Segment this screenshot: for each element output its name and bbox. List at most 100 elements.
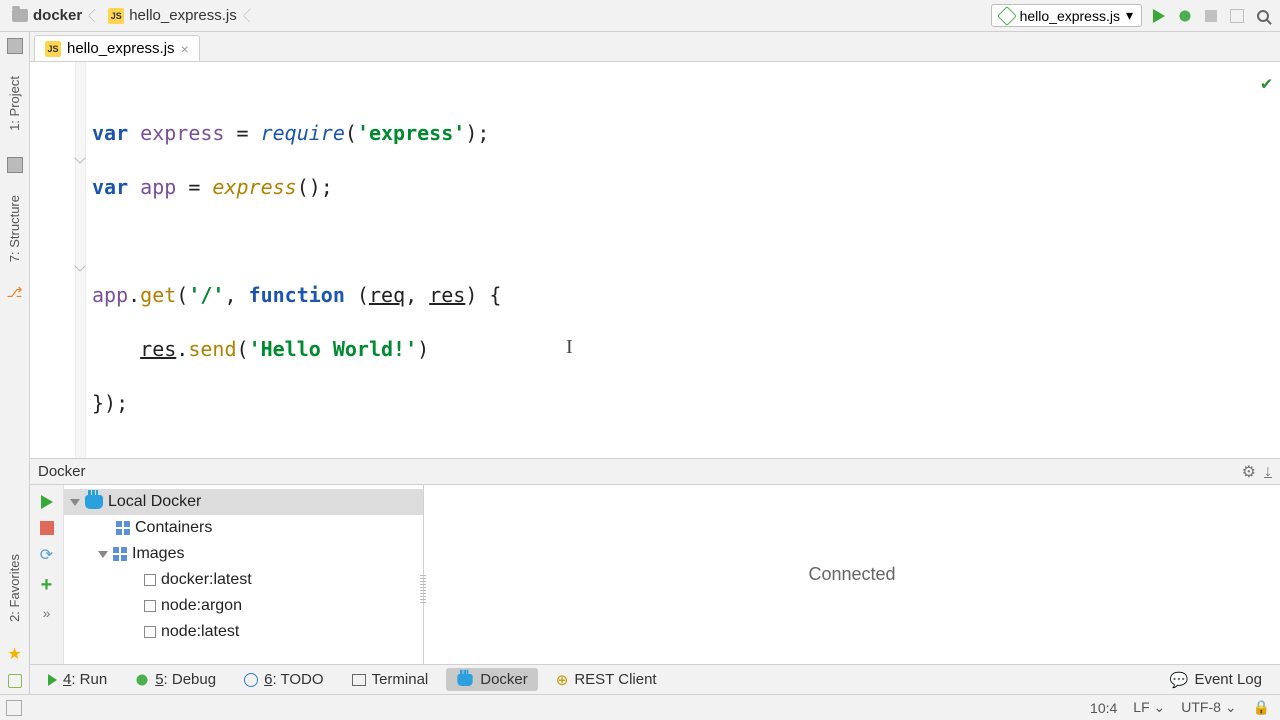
star-icon: ★: [7, 644, 21, 664]
status-bar: 10:4 LF ⌄ UTF-8 ⌄ 🔒: [0, 694, 1280, 720]
encoding[interactable]: UTF-8 ⌄: [1181, 699, 1236, 716]
code-line: var express = require('express');: [92, 120, 1280, 147]
image-label: node:argon: [161, 597, 242, 615]
debug-button[interactable]: [1176, 7, 1194, 25]
docker-tree[interactable]: Local Docker Containers Images docker:la…: [64, 485, 424, 664]
docker-panel-header[interactable]: Docker ⚙ ↓: [30, 459, 1280, 485]
docker-tool-window: Docker ⚙ ↓ ⟳ + » Local Docker Containers: [30, 458, 1280, 664]
play-icon: [41, 495, 53, 509]
editor-tab-row: JS hello_express.js ×: [0, 32, 1280, 62]
run-config-label: hello_express.js: [1020, 8, 1120, 24]
breadcrumb-project-label: docker: [33, 7, 82, 24]
image-checkbox[interactable]: [144, 600, 156, 612]
breadcrumbs: docker JS hello_express.js: [0, 7, 991, 24]
breadcrumb-file[interactable]: JS hello_express.js: [102, 7, 247, 24]
todo-icon: [244, 673, 258, 687]
status-indicator[interactable]: [6, 700, 22, 716]
text-cursor-icon: I: [566, 334, 573, 361]
image-checkbox[interactable]: [144, 626, 156, 638]
image-label: node:latest: [161, 623, 239, 641]
editor[interactable]: ✔ var express = require('express'); var …: [30, 62, 1280, 458]
build-icon[interactable]: [8, 674, 22, 688]
image-checkbox[interactable]: [144, 574, 156, 586]
images-label: Images: [132, 545, 184, 563]
editor-tab-label: hello_express.js: [67, 40, 175, 57]
docker-side-toolbar: ⟳ + »: [30, 485, 64, 664]
docker-icon: [85, 495, 103, 509]
terminal-icon: [352, 674, 366, 686]
image-label: docker:latest: [161, 571, 252, 589]
code-line: [92, 228, 1280, 255]
line-separator[interactable]: LF ⌄: [1133, 699, 1165, 716]
breadcrumb-file-label: hello_express.js: [129, 7, 237, 24]
image-row[interactable]: docker:latest: [64, 567, 423, 593]
bug-icon: [1178, 9, 1192, 23]
docker-panel-title: Docker: [38, 463, 86, 480]
docker-status-text: Connected: [808, 564, 895, 585]
image-row[interactable]: node:argon: [64, 593, 423, 619]
favorites-tool-label[interactable]: 2: Favorites: [7, 554, 22, 622]
code-line: res.send('Hello World!'): [92, 336, 1280, 363]
image-row[interactable]: node:latest: [64, 619, 423, 645]
node-icon: [997, 6, 1017, 26]
expand-icon[interactable]: [98, 551, 108, 558]
close-icon[interactable]: ×: [181, 41, 189, 57]
top-toolbar: docker JS hello_express.js hello_express…: [0, 0, 1280, 32]
docker-run-button[interactable]: [38, 493, 56, 511]
caret-position[interactable]: 10:4: [1090, 700, 1117, 716]
tab-event-log[interactable]: 💬 Event Log: [1160, 668, 1272, 692]
tab-todo[interactable]: 6: TODO: [234, 668, 333, 691]
code-line: var app = express();: [92, 174, 1280, 201]
folder-icon: [12, 9, 28, 22]
lock-icon[interactable]: 🔒: [1253, 699, 1270, 716]
play-icon: [48, 674, 57, 686]
download-icon[interactable]: ↓: [1264, 463, 1272, 481]
bottom-tool-tabs: 4: Run 5: Debug 6: TODO Terminal Docker …: [30, 664, 1280, 694]
stop-button[interactable]: [1202, 7, 1220, 25]
expand-icon[interactable]: [70, 499, 80, 506]
docker-refresh-button[interactable]: ⟳: [40, 545, 53, 565]
search-button[interactable]: [1254, 7, 1272, 25]
search-icon: [1257, 10, 1269, 22]
js-file-icon: JS: [108, 8, 124, 24]
tab-docker[interactable]: Docker: [446, 668, 538, 691]
gutter: [30, 62, 86, 458]
docker-stop-button[interactable]: [40, 521, 54, 535]
tab-rest-client[interactable]: ⊕ REST Client: [546, 668, 667, 692]
docker-details-pane: Connected: [424, 485, 1280, 664]
tab-debug[interactable]: 5: Debug: [125, 668, 226, 691]
docker-connection-label: Local Docker: [108, 493, 201, 511]
breadcrumb-project[interactable]: docker: [6, 7, 92, 24]
code-line: });: [92, 390, 1280, 417]
rest-icon: ⊕: [556, 671, 569, 689]
images-row[interactable]: Images: [64, 541, 423, 567]
docker-add-button[interactable]: +: [41, 575, 53, 595]
structure-tool-label[interactable]: 7: Structure: [7, 195, 22, 262]
editor-tab[interactable]: JS hello_express.js ×: [34, 35, 200, 61]
left-tool-stripe: 1: Project 7: Structure ⎇ 2: Favorites ★: [0, 32, 30, 694]
gear-icon[interactable]: ⚙: [1242, 462, 1256, 482]
tab-terminal[interactable]: Terminal: [342, 668, 439, 691]
more-icon[interactable]: »: [43, 605, 51, 621]
js-file-icon: JS: [45, 41, 61, 57]
layout-button[interactable]: [1228, 7, 1246, 25]
bug-icon: [135, 673, 149, 687]
dropdown-icon: ▾: [1126, 7, 1133, 24]
code-line: app.get('/', function (req, res) {: [92, 282, 1280, 309]
branch-icon: ⎇: [6, 284, 22, 301]
project-tool-icon[interactable]: [7, 38, 23, 54]
project-tool-label[interactable]: 1: Project: [7, 76, 22, 131]
run-button[interactable]: [1150, 7, 1168, 25]
containers-row[interactable]: Containers: [64, 515, 423, 541]
structure-tool-icon[interactable]: [7, 157, 23, 173]
containers-label: Containers: [135, 519, 212, 537]
stop-icon: [1205, 10, 1217, 22]
inspection-ok-icon: ✔: [1261, 70, 1272, 97]
docker-connection-row[interactable]: Local Docker: [64, 489, 423, 515]
code-area[interactable]: ✔ var express = require('express'); var …: [86, 62, 1280, 458]
run-config-selector[interactable]: hello_express.js ▾: [991, 4, 1142, 27]
resize-handle[interactable]: [420, 575, 426, 605]
docker-icon: [458, 674, 473, 686]
containers-icon: [116, 521, 130, 535]
tab-run[interactable]: 4: Run: [38, 668, 117, 691]
